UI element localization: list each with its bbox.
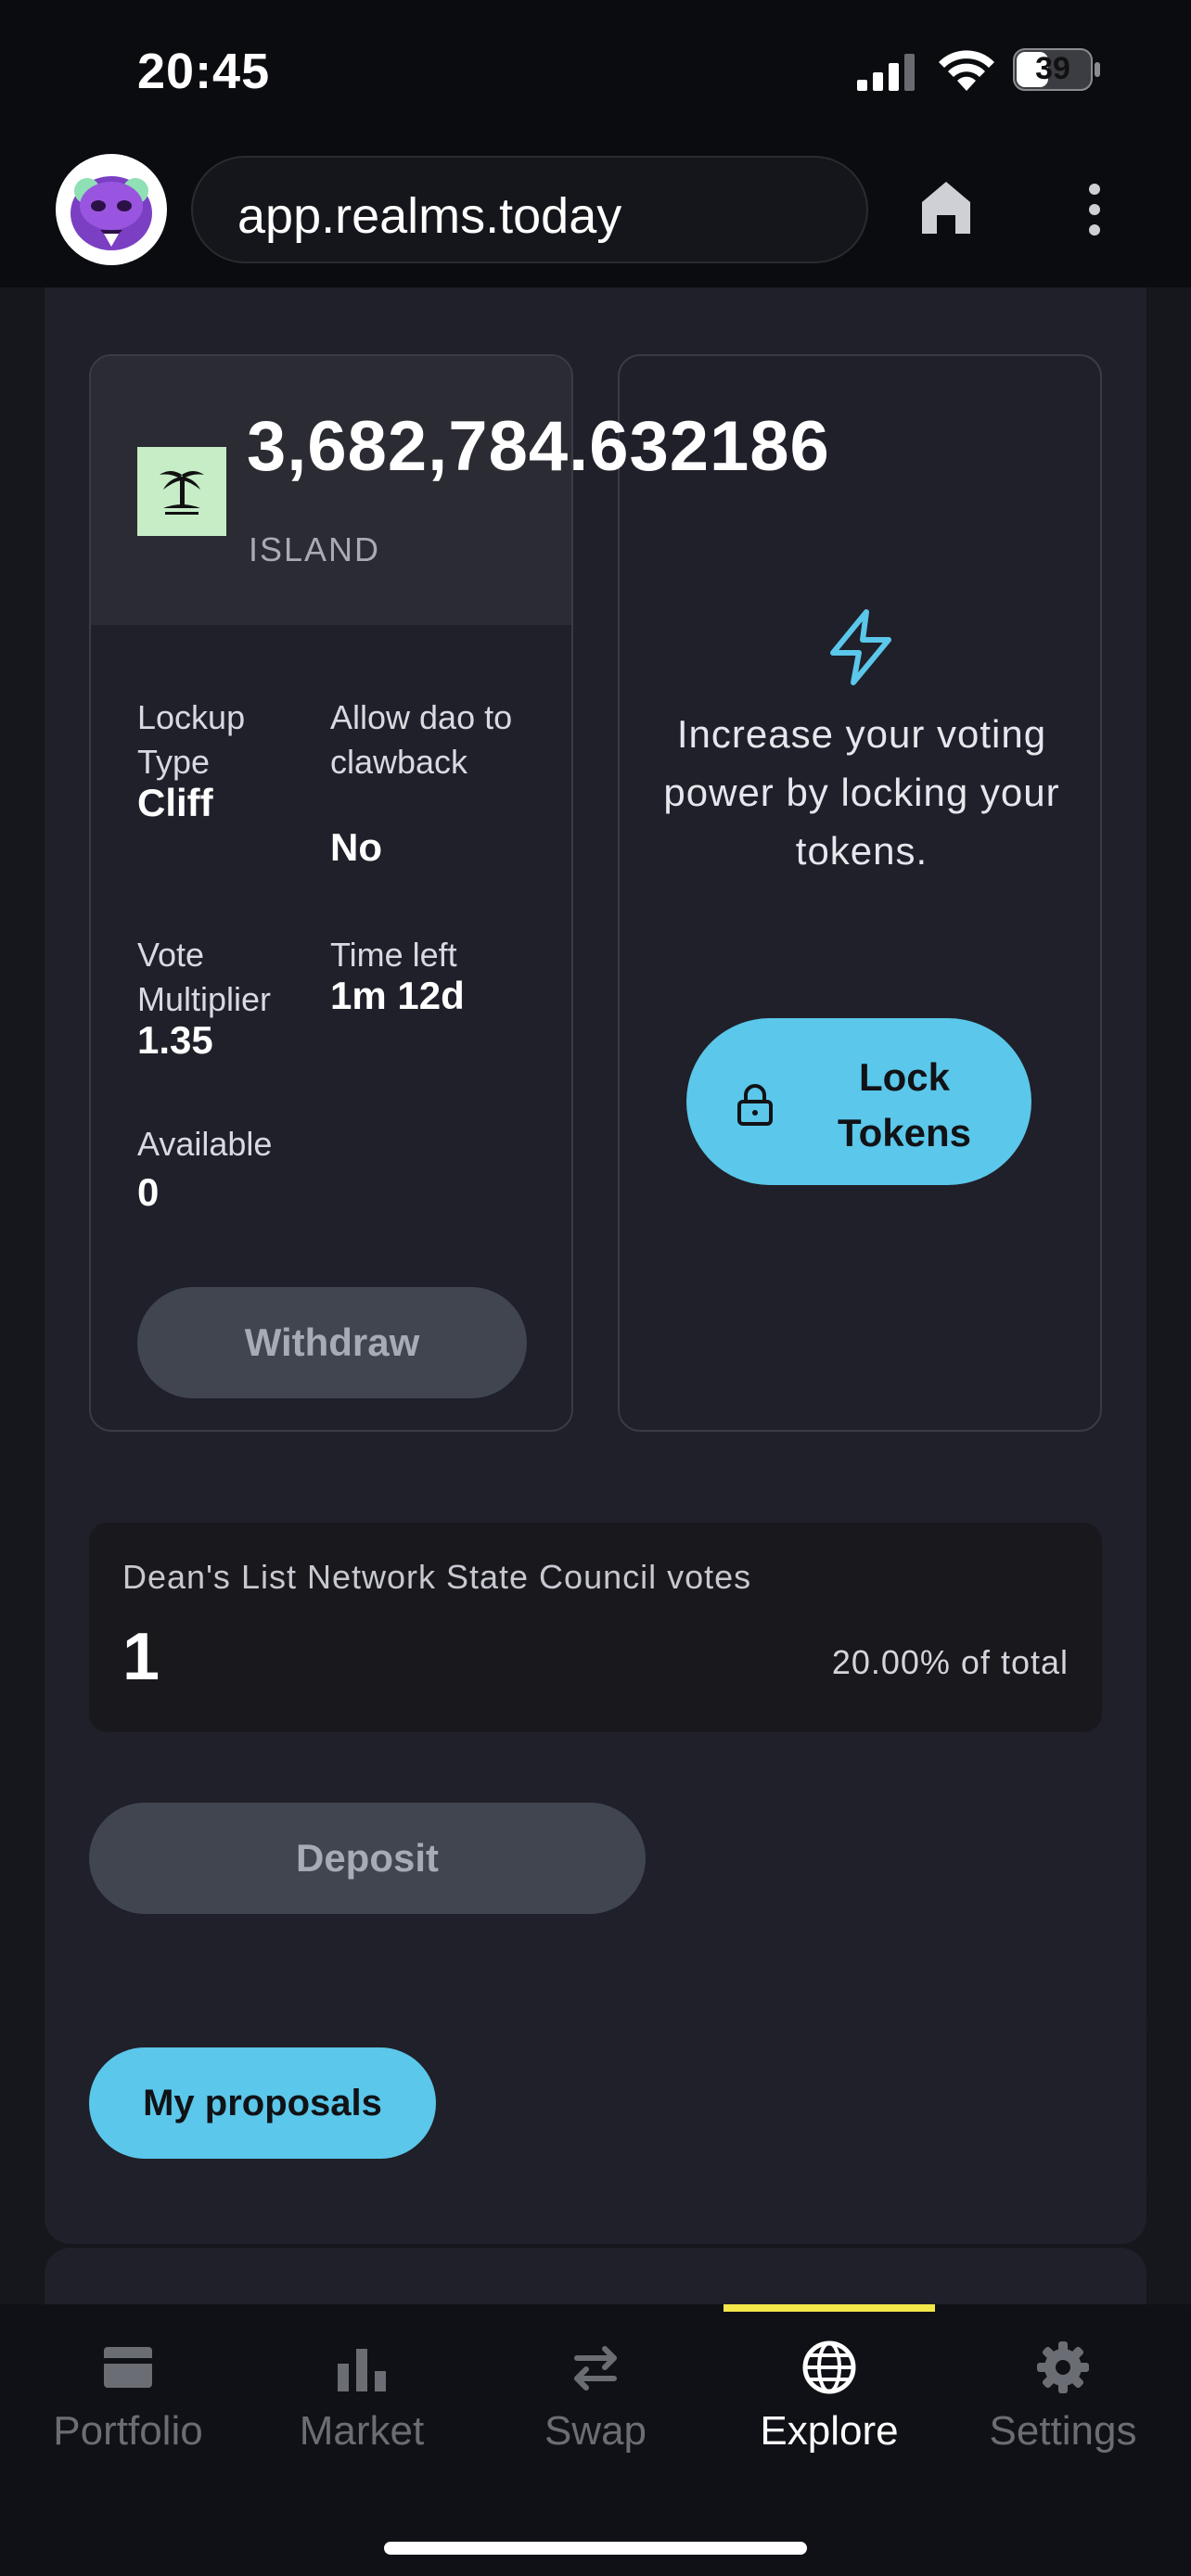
withdraw-button[interactable]: Withdraw	[137, 1287, 527, 1398]
token-symbol: ISLAND	[249, 530, 381, 568]
lockup-type-value: Cliff	[137, 781, 213, 824]
council-votes-percent: 20.00% of total	[831, 1643, 1069, 1681]
lock-tokens-label: Lock Tokens	[838, 1055, 971, 1154]
multiplier-label: Vote Multiplier	[137, 936, 272, 1018]
lock-tokens-card: Increase your voting power by locking yo…	[618, 354, 1102, 1432]
tab-portfolio[interactable]: Portfolio	[9, 2304, 247, 2490]
bottom-tab-bar: Portfolio Market Swap Explore Settings	[0, 2304, 1191, 2576]
tab-label: Explore	[760, 2408, 899, 2454]
lock-promo-text: Increase your voting power by locking yo…	[663, 712, 1060, 873]
lightning-icon	[830, 609, 891, 685]
tab-label: Portfolio	[53, 2408, 203, 2454]
island-token-icon	[137, 447, 226, 536]
cellular-signal-icon	[857, 54, 915, 91]
time-left-value: 1m 12d	[330, 974, 465, 1017]
clawback-value: No	[330, 825, 382, 869]
status-time: 20:45	[137, 44, 271, 99]
wifi-icon	[939, 50, 994, 91]
tab-explore[interactable]: Explore	[711, 2304, 948, 2490]
clawback-label: Allow dao to clawback	[330, 698, 513, 781]
battery-icon: 39	[1013, 48, 1102, 91]
deposit-card: ISLAND Lockup Type Cliff Allow dao to cl…	[89, 354, 573, 1432]
council-votes-title: Dean's List Network State Council votes	[122, 1558, 752, 1596]
time-left-label: Time left	[330, 936, 457, 974]
next-panel	[45, 2248, 1146, 2304]
available-value: 0	[137, 1170, 160, 1214]
portfolio-icon	[104, 2347, 152, 2388]
deposit-amount: 3,682,784.632186	[247, 407, 830, 486]
more-menu-icon[interactable]	[1087, 180, 1102, 239]
page-content[interactable]: ISLAND Lockup Type Cliff Allow dao to cl…	[0, 287, 1191, 2304]
url-text: app.realms.today	[237, 188, 622, 244]
deposit-button[interactable]: Deposit	[89, 1803, 646, 1914]
council-votes-box: Dean's List Network State Council votes …	[89, 1523, 1102, 1732]
battery-level: 39	[1035, 51, 1070, 86]
tab-label: Settings	[989, 2408, 1137, 2454]
bar-chart-icon	[338, 2349, 386, 2391]
status-bar: 20:45 39	[0, 0, 1191, 139]
tab-label: Market	[299, 2408, 425, 2454]
tab-settings[interactable]: Settings	[944, 2304, 1182, 2490]
home-icon[interactable]	[918, 178, 974, 237]
browser-toolbar: app.realms.today	[0, 139, 1191, 287]
proposals-panel: My proposals	[45, 2003, 1146, 2203]
tab-label: Swap	[544, 2408, 647, 2454]
gear-icon	[1037, 2341, 1089, 2393]
available-label: Available	[137, 1125, 273, 1163]
tab-market[interactable]: Market	[243, 2304, 480, 2490]
home-indicator	[384, 2542, 807, 2555]
lock-icon	[737, 1084, 773, 1126]
dao-avatar[interactable]	[56, 154, 167, 265]
council-votes-count: 1	[122, 1620, 160, 1694]
address-bar[interactable]: app.realms.today	[191, 156, 868, 263]
lock-tokens-button[interactable]: Lock Tokens	[686, 1018, 1031, 1185]
tab-swap[interactable]: Swap	[477, 2304, 714, 2490]
multiplier-value: 1.35	[137, 1018, 213, 1062]
my-proposals-button[interactable]: My proposals	[89, 2047, 436, 2159]
swap-arrows-icon	[574, 2346, 617, 2391]
lockup-type-label: Lockup Type	[137, 698, 246, 781]
globe-icon	[802, 2340, 856, 2394]
